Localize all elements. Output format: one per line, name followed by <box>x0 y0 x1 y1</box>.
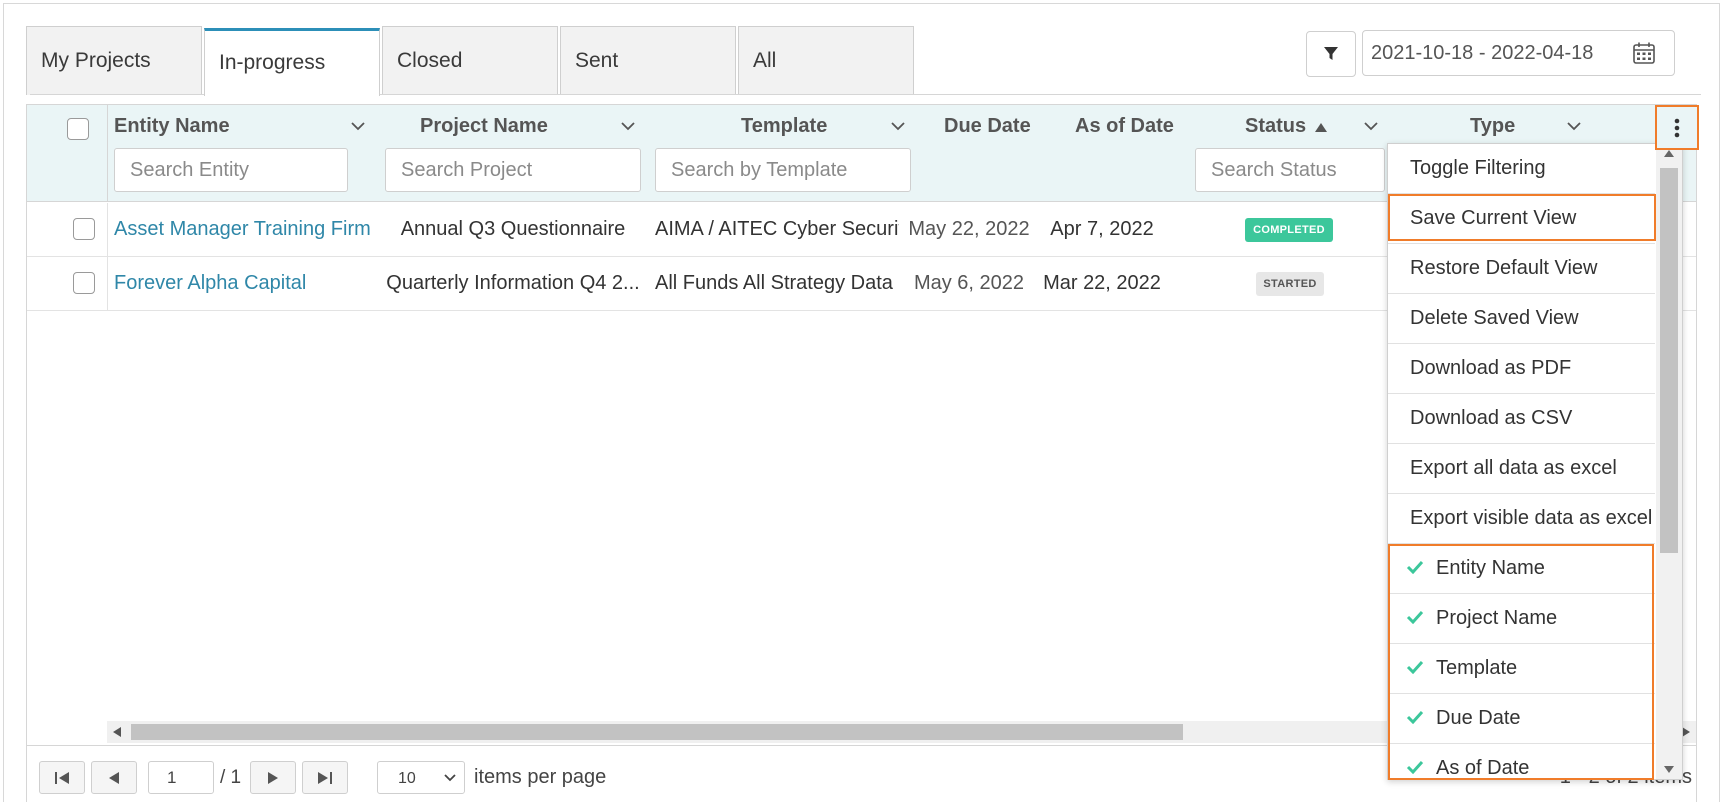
checkmark-icon <box>1406 610 1424 624</box>
items-per-page-label: items per page <box>474 766 607 788</box>
chevron-down-icon[interactable] <box>1364 122 1378 131</box>
chevron-down-icon[interactable] <box>621 122 635 131</box>
column-header-template[interactable]: Template <box>741 115 827 138</box>
project-name-cell: Annual Q3 Questionnaire <box>400 218 626 240</box>
last-page-icon <box>318 771 332 784</box>
tab-label: My Projects <box>41 49 151 72</box>
column-separator <box>107 257 108 310</box>
search-project-input[interactable]: Search Project <box>385 148 641 192</box>
menu-scroll-thumb[interactable] <box>1660 168 1678 553</box>
menu-toggle-project-name[interactable]: Project Name <box>1388 594 1655 644</box>
first-page-icon <box>55 771 69 784</box>
chevron-down-icon[interactable] <box>891 122 905 131</box>
first-page-button[interactable] <box>39 761 85 794</box>
row-checkbox[interactable] <box>73 272 95 294</box>
tab-all[interactable]: All <box>738 26 914 95</box>
chevron-down-icon <box>444 774 456 782</box>
more-vertical-icon <box>1674 118 1680 137</box>
status-badge: STARTED <box>1256 272 1324 296</box>
scroll-right-icon[interactable] <box>1682 727 1690 737</box>
items-per-page-value: 10 <box>398 770 416 787</box>
checkmark-icon <box>1406 760 1424 774</box>
menu-toggle-template[interactable]: Template <box>1388 644 1655 694</box>
menu-toggle-entity-name[interactable]: Entity Name <box>1388 544 1655 594</box>
calendar-icon[interactable] <box>1632 41 1656 65</box>
filter-icon <box>1324 47 1338 60</box>
checkmark-icon <box>1406 560 1424 574</box>
items-per-page-select[interactable]: 10 <box>377 761 465 794</box>
column-header-as-of-date[interactable]: As of Date <box>1075 115 1174 138</box>
menu-toggle-label: Template <box>1436 657 1518 679</box>
status-badge: COMPLETED <box>1245 218 1333 242</box>
horizontal-scroll-thumb[interactable] <box>131 724 1183 740</box>
menu-item-export-visible-excel[interactable]: Export visible data as excel <box>1388 494 1655 544</box>
checkmark-icon <box>1406 710 1424 724</box>
tab-label: Closed <box>397 49 463 72</box>
project-name-cell: Quarterly Information Q4 2... <box>386 272 640 294</box>
due-date-cell: May 22, 2022 <box>908 218 1030 240</box>
scroll-down-icon[interactable] <box>1664 766 1674 773</box>
tab-label: All <box>753 49 777 72</box>
page-total: / 1 <box>220 767 242 788</box>
date-range-input[interactable]: 2021-10-18 - 2022-04-18 <box>1362 30 1675 76</box>
menu-item-delete-saved-view[interactable]: Delete Saved View <box>1388 294 1655 344</box>
menu-toggle-label: Project Name <box>1436 607 1558 629</box>
chevron-down-icon[interactable] <box>1567 122 1581 131</box>
sort-ascending-icon[interactable] <box>1315 123 1327 132</box>
menu-toggle-as-of-date[interactable]: As of Date <box>1388 744 1655 779</box>
search-entity-input[interactable]: Search Entity <box>114 148 348 192</box>
row-checkbox[interactable] <box>73 218 95 240</box>
column-menu-button[interactable] <box>1655 105 1699 150</box>
search-template-input[interactable]: Search by Template <box>655 148 911 192</box>
as-of-date-cell: Apr 7, 2022 <box>1050 218 1154 240</box>
column-header-status[interactable]: Status <box>1245 115 1306 138</box>
menu-item-restore-default-view[interactable]: Restore Default View <box>1388 244 1655 294</box>
entity-name-link[interactable]: Asset Manager Training Firm <box>114 203 374 256</box>
menu-toggle-label: Due Date <box>1436 707 1521 729</box>
previous-page-icon <box>109 771 119 784</box>
menu-item-export-all-excel[interactable]: Export all data as excel <box>1388 444 1655 494</box>
column-header-type[interactable]: Type <box>1470 115 1515 138</box>
menu-item-save-current-view[interactable]: Save Current View <box>1388 194 1655 244</box>
scroll-up-icon[interactable] <box>1664 150 1674 157</box>
menu-item-toggle-filtering[interactable]: Toggle Filtering <box>1388 144 1655 194</box>
template-cell: AIMA / AITEC Cyber Security D <box>655 218 899 240</box>
menu-toggle-label: As of Date <box>1436 757 1530 779</box>
tab-my-projects[interactable]: My Projects <box>26 26 202 95</box>
checkmark-icon <box>1406 660 1424 674</box>
tab-sent[interactable]: Sent <box>560 26 736 95</box>
column-separator <box>107 105 108 202</box>
tab-label: In-progress <box>219 51 326 74</box>
column-menu: Toggle Filtering Save Current View Resto… <box>1387 143 1683 780</box>
search-status-input[interactable]: Search Status <box>1195 148 1385 192</box>
menu-item-download-csv[interactable]: Download as CSV <box>1388 394 1655 444</box>
scroll-left-icon[interactable] <box>113 727 121 737</box>
column-header-entity-name[interactable]: Entity Name <box>114 115 230 138</box>
date-range-value: 2021-10-18 - 2022-04-18 <box>1371 42 1594 64</box>
column-separator <box>107 203 108 256</box>
last-page-button[interactable] <box>302 761 348 794</box>
column-header-due-date[interactable]: Due Date <box>944 115 1031 138</box>
chevron-down-icon[interactable] <box>351 122 365 131</box>
previous-page-button[interactable] <box>91 761 137 794</box>
page-number-input[interactable]: 1 <box>148 761 214 794</box>
select-all-checkbox[interactable] <box>67 118 89 140</box>
menu-scrollbar[interactable] <box>1656 144 1682 779</box>
tab-label: Sent <box>575 49 619 72</box>
entity-name-link[interactable]: Forever Alpha Capital <box>114 257 374 310</box>
next-page-button[interactable] <box>250 761 296 794</box>
next-page-icon <box>268 771 278 784</box>
column-header-project-name[interactable]: Project Name <box>420 115 548 138</box>
filter-button[interactable] <box>1306 31 1356 77</box>
menu-toggle-due-date[interactable]: Due Date <box>1388 694 1655 744</box>
tab-in-progress[interactable]: In-progress <box>204 28 380 96</box>
menu-item-download-pdf[interactable]: Download as PDF <box>1388 344 1655 394</box>
template-cell: All Funds All Strategy Data Rec <box>655 272 899 294</box>
as-of-date-cell: Mar 22, 2022 <box>1043 272 1161 294</box>
menu-toggle-label: Entity Name <box>1436 557 1545 579</box>
due-date-cell: May 6, 2022 <box>913 272 1025 294</box>
tab-closed[interactable]: Closed <box>382 26 558 95</box>
